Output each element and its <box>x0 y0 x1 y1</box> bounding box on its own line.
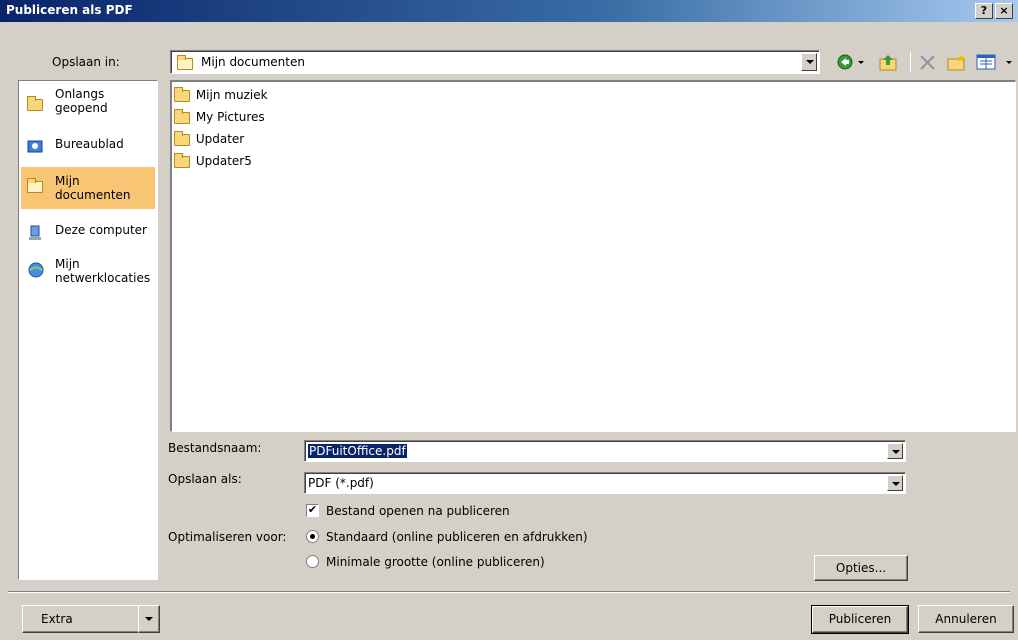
save-in-value: Mijn documenten <box>201 55 305 69</box>
file-name: My Pictures <box>195 110 265 124</box>
save-as-type-dropdown[interactable]: PDF (*.pdf) <box>304 472 906 494</box>
up-folder-icon[interactable] <box>878 53 900 71</box>
recent-folder-icon <box>27 95 43 111</box>
list-item[interactable]: Updater5 <box>174 152 252 172</box>
network-icon <box>27 261 45 282</box>
place-desktop[interactable]: Bureaublad <box>21 137 155 157</box>
chevron-down-icon[interactable] <box>801 53 817 71</box>
save-as-type-label: Opslaan als: <box>168 472 242 486</box>
filename-label: Bestandsnaam: <box>168 441 262 455</box>
save-in-dropdown[interactable]: Mijn documenten <box>170 50 820 74</box>
delete-icon[interactable] <box>918 53 938 71</box>
title-bar[interactable]: Publiceren als PDF ? × <box>0 0 1018 22</box>
save-as-type-value: PDF (*.pdf) <box>308 476 374 490</box>
file-list[interactable]: Mijn muziek My Pictures Updater Updater5 <box>170 80 1016 432</box>
desktop-icon <box>27 139 43 158</box>
chevron-down-icon <box>145 617 153 621</box>
optimize-minimal-radio[interactable] <box>306 555 319 568</box>
list-item[interactable]: My Pictures <box>174 108 265 128</box>
optimize-standard-label: Standaard (online publiceren en afdrukke… <box>326 530 588 544</box>
filename-value: PDFuitOffice.pdf <box>308 444 407 458</box>
open-after-publish-checkbox[interactable]: ✔ <box>306 504 319 517</box>
folder-icon <box>174 130 190 146</box>
filename-input[interactable]: PDFuitOffice.pdf <box>304 440 906 462</box>
my-documents-icon <box>177 54 193 70</box>
publish-button[interactable]: Publiceren <box>811 605 909 634</box>
toolbar-separator <box>910 52 911 72</box>
optimize-minimal-label: Minimale grootte (online publiceren) <box>326 555 545 569</box>
open-after-publish-label: Bestand openen na publiceren <box>326 504 510 518</box>
place-label: Deze computer <box>55 223 147 237</box>
chevron-down-icon[interactable] <box>887 475 903 491</box>
extra-dropdown-button[interactable] <box>138 605 160 633</box>
file-name: Updater5 <box>195 154 252 168</box>
optimize-label: Optimaliseren voor: <box>168 530 287 544</box>
chevron-down-icon[interactable] <box>887 443 903 459</box>
extra-button[interactable]: Extra <box>22 605 140 633</box>
help-button[interactable]: ? <box>975 3 993 19</box>
views-icon[interactable] <box>976 53 1016 71</box>
place-label: Bureaublad <box>55 137 124 151</box>
cancel-button[interactable]: Annuleren <box>918 605 1014 633</box>
place-label: Mijn netwerklocaties <box>55 257 151 285</box>
list-item[interactable]: Mijn muziek <box>174 86 268 106</box>
publish-pdf-dialog: Publiceren als PDF ? × Opslaan in: Mijn … <box>0 0 1018 640</box>
folder-icon <box>174 108 190 124</box>
place-network[interactable]: Mijn netwerklocaties <box>21 257 155 293</box>
place-label: Onlangs geopend <box>55 87 108 115</box>
computer-icon <box>27 225 43 244</box>
bottom-separator <box>8 591 1010 593</box>
window-title: Publiceren als PDF <box>6 3 133 17</box>
save-in-label: Opslaan in: <box>52 55 120 69</box>
place-my-documents[interactable]: Mijn documenten <box>21 167 155 209</box>
list-item[interactable]: Updater <box>174 130 244 150</box>
place-my-computer[interactable]: Deze computer <box>21 223 155 243</box>
places-bar: Onlangs geopend Bureaublad Mijn document… <box>18 80 158 580</box>
music-folder-icon <box>174 86 190 102</box>
file-name: Updater <box>195 132 245 146</box>
my-documents-icon <box>27 177 43 193</box>
options-button[interactable]: Opties... <box>814 555 908 581</box>
place-label: Mijn documenten <box>55 174 131 202</box>
folder-icon <box>174 152 190 168</box>
file-name: Mijn muziek <box>195 88 268 102</box>
close-button[interactable]: × <box>995 3 1013 19</box>
back-icon[interactable] <box>836 53 868 71</box>
new-folder-icon[interactable] <box>946 53 968 71</box>
place-recent[interactable]: Onlangs geopend <box>21 87 155 123</box>
optimize-standard-radio[interactable] <box>306 530 319 543</box>
